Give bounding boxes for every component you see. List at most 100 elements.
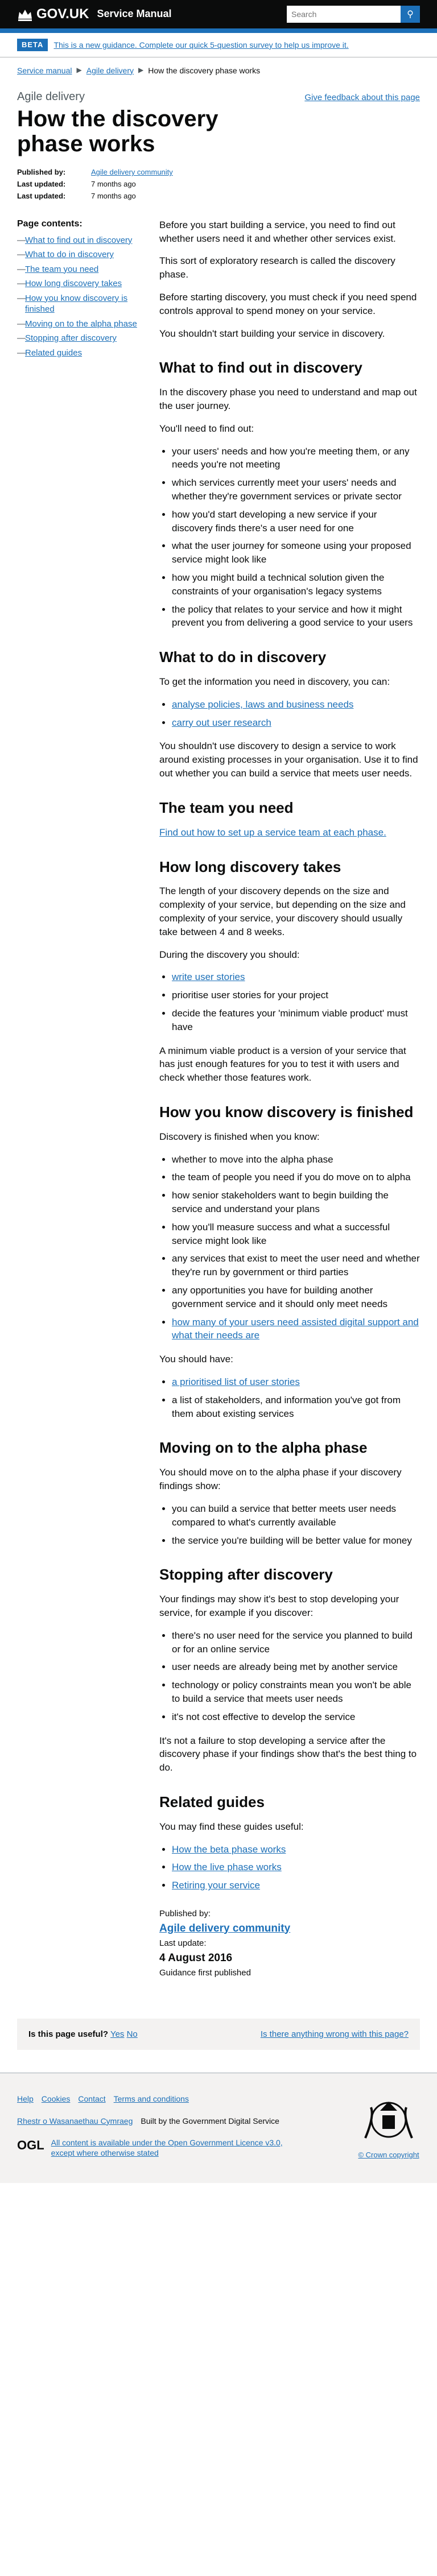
footer-link-contact[interactable]: Contact <box>78 2094 105 2104</box>
feedback-link[interactable]: Give feedback about this page <box>304 92 420 104</box>
intro-paragraph: This sort of exploratory research is cal… <box>159 255 395 280</box>
paragraph: A minimum viable product is a version of… <box>159 1045 406 1084</box>
list-item: any services that exist to meet the user… <box>172 1252 420 1279</box>
list-item: Retiring your service <box>172 1879 420 1892</box>
meta-publisher-link[interactable]: Agile delivery community <box>91 168 173 176</box>
crown-icon <box>18 10 32 21</box>
section-heading-do: What to do in discovery <box>159 648 327 666</box>
ogl-licence-link[interactable]: All content is available under the Open … <box>51 2137 302 2158</box>
page-metadata: Published by: Agile delivery community L… <box>17 168 420 201</box>
footer-link-terms[interactable]: Terms and conditions <box>114 2094 189 2104</box>
published-label: Published by: <box>159 1909 211 1919</box>
paragraph: You may find these guides useful: <box>159 1821 304 1832</box>
published-by-link[interactable]: Agile delivery community <box>159 1922 290 1934</box>
content-link[interactable]: carry out user research <box>172 717 271 728</box>
list-item: decide the features your 'minimum viable… <box>172 1007 420 1034</box>
breadcrumb-item[interactable]: Service manual <box>17 65 72 76</box>
paragraph: To get the information you need in disco… <box>159 676 390 688</box>
contents-link[interactable]: What to find out in discovery <box>25 235 132 245</box>
contents-item: Moving on to the alpha phase <box>17 319 142 330</box>
bullet-list: analyse policies, laws and business need… <box>172 698 420 730</box>
list-item: technology or policy constraints mean yo… <box>172 1678 420 1706</box>
footer-link-cookies[interactable]: Cookies <box>42 2094 71 2104</box>
bullet-list: there's no user need for the service you… <box>172 1629 420 1724</box>
footer-link-welsh[interactable]: Rhestr o Wasanaethau Cymraeg <box>17 2116 133 2126</box>
content-link[interactable]: a prioritised list of user stories <box>172 1376 300 1387</box>
section-heading-related: Related guides <box>159 1793 265 1810</box>
beta-tag: BETA <box>17 39 48 51</box>
phase-banner: BETA This is a new guidance. Complete ou… <box>0 33 437 57</box>
list-item: which services currently meet your users… <box>172 476 420 503</box>
list-item: prioritise user stories for your project <box>172 989 420 1002</box>
contents-link[interactable]: The team you need <box>25 264 98 274</box>
contents-link[interactable]: Moving on to the alpha phase <box>25 319 137 329</box>
related-link[interactable]: Retiring your service <box>172 1880 260 1891</box>
content-link[interactable]: analyse policies, laws and business need… <box>172 699 353 710</box>
report-problem-link[interactable]: Is there anything wrong with this page? <box>261 2029 409 2040</box>
section-heading-find-out: What to find out in discovery <box>159 359 362 377</box>
search-icon: ⚲ <box>407 10 414 19</box>
related-link[interactable]: How the beta phase works <box>172 1844 286 1855</box>
contents-link[interactable]: What to do in discovery <box>25 250 114 259</box>
breadcrumb: Service manual ▶ Agile delivery ▶ How th… <box>0 57 437 84</box>
bullet-list: whether to move into the alpha phase the… <box>172 1153 420 1343</box>
breadcrumb-separator-icon: ▶ <box>76 66 82 75</box>
section-heading-long: How long discovery takes <box>159 858 341 875</box>
section-heading-finished: How you know discovery is finished <box>159 1103 414 1120</box>
footer-link-help[interactable]: Help <box>17 2094 34 2104</box>
paragraph: Your findings may show it's best to stop… <box>159 1594 399 1618</box>
content-link[interactable]: write user stories <box>172 971 245 982</box>
content-link[interactable]: how many of your users need assisted dig… <box>172 1317 419 1341</box>
list-item: whether to move into the alpha phase <box>172 1153 420 1167</box>
list-item: the policy that relates to your service … <box>172 603 420 630</box>
published-info: Published by: Agile delivery community L… <box>159 1908 420 1979</box>
search-button[interactable]: ⚲ <box>401 6 420 23</box>
built-by-text: Built by the Government Digital Service <box>141 2116 279 2126</box>
useful-yes-link[interactable]: Yes <box>110 2029 124 2039</box>
contents-link[interactable]: How long discovery takes <box>25 279 122 288</box>
list-item: what the user journey for someone using … <box>172 539 420 567</box>
site-header: GOV.UK Service Manual ⚲ <box>0 0 437 33</box>
paragraph: You should move on to the alpha phase if… <box>159 1467 402 1492</box>
list-item: how you might build a technical solution… <box>172 571 420 598</box>
section-heading-stopping: Stopping after discovery <box>159 1566 333 1583</box>
intro-paragraph: Before you start building a service, you… <box>159 219 396 244</box>
context-row: Agile delivery Give feedback about this … <box>17 89 420 104</box>
list-item: carry out user research <box>172 716 420 730</box>
contents-link[interactable]: Related guides <box>25 348 82 358</box>
paragraph: In the discovery phase you need to under… <box>159 387 417 412</box>
page-contents-title: Page contents: <box>17 218 83 229</box>
date-label: Last update: <box>159 1938 207 1949</box>
list-item: a list of stakeholders, and information … <box>172 1394 420 1421</box>
beta-survey-link[interactable]: This is a new guidance. Complete our qui… <box>53 40 348 50</box>
copyright-link[interactable]: © Crown copyright <box>358 2151 419 2159</box>
paragraph: You shouldn't use discovery to design a … <box>159 741 418 779</box>
list-item: how you'll measure success and what a su… <box>172 1221 420 1248</box>
service-name-link[interactable]: Service Manual <box>97 7 171 20</box>
paragraph: During the discovery you should: <box>159 949 300 960</box>
govuk-logo-link[interactable]: GOV.UK <box>17 5 89 23</box>
ogl-licence: OGL All content is available under the O… <box>17 2137 302 2158</box>
intro-paragraph: Before starting discovery, you must chec… <box>159 291 417 316</box>
breadcrumb-item[interactable]: Agile delivery <box>86 65 134 76</box>
content-link[interactable]: Find out how to set up a service team at… <box>159 827 386 838</box>
list-item: how senior stakeholders want to begin bu… <box>172 1189 420 1216</box>
search-form: ⚲ <box>287 6 420 23</box>
related-link[interactable]: How the live phase works <box>172 1862 282 1872</box>
contents-link[interactable]: How you know discovery is finished <box>25 293 127 315</box>
contents-item: How long discovery takes <box>17 278 142 290</box>
breadcrumb-current: How the discovery phase works <box>148 65 261 75</box>
search-input[interactable] <box>287 6 401 23</box>
list-item: there's no user need for the service you… <box>172 1629 420 1656</box>
bullet-list: your users' needs and how you're meeting… <box>172 445 420 630</box>
main-content: Agile delivery Give feedback about this … <box>0 84 437 2002</box>
useful-no-link[interactable]: No <box>127 2029 138 2039</box>
section-heading-team: The team you need <box>159 799 294 816</box>
bullet-list: write user stories prioritise user stori… <box>172 970 420 1033</box>
contents-link[interactable]: Stopping after discovery <box>25 333 117 343</box>
contents-item: What to do in discovery <box>17 249 142 261</box>
page-contents-list: What to find out in discovery What to do… <box>17 235 142 359</box>
list-item: you can build a service that better meet… <box>172 1502 420 1529</box>
list-item: it's not cost effective to develop the s… <box>172 1710 420 1724</box>
list-item: How the beta phase works <box>172 1843 420 1856</box>
